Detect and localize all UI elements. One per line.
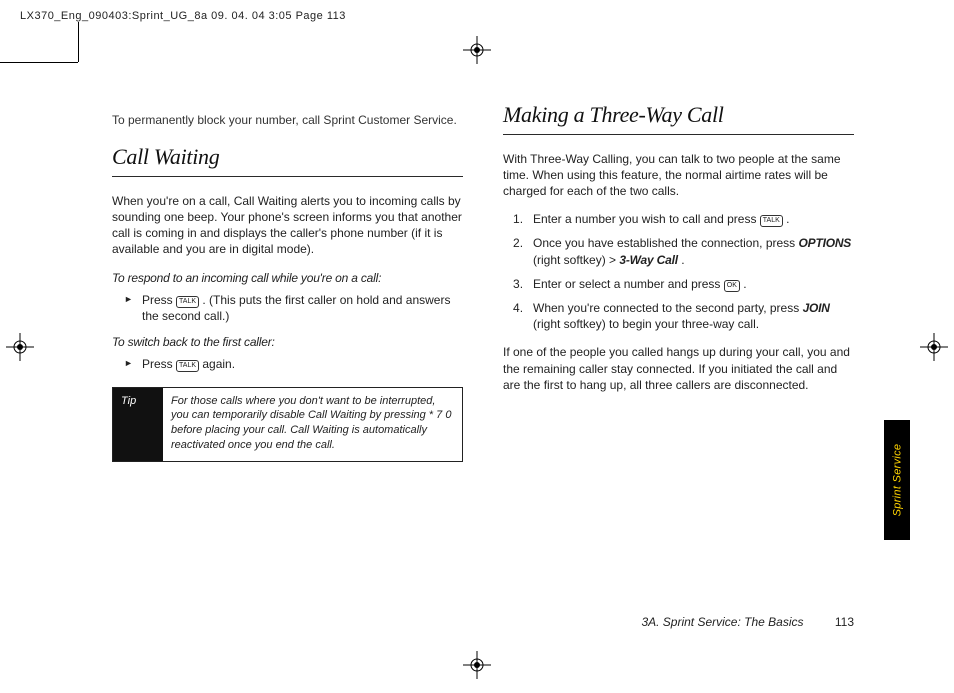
registration-mark-icon: [463, 36, 491, 64]
section-tab: Sprint Service: [884, 420, 910, 540]
footer-section: 3A. Sprint Service: The Basics: [641, 615, 803, 629]
page-content: To permanently block your number, call S…: [112, 100, 854, 462]
page-number: 113: [835, 615, 854, 629]
talk-key-icon: TALK: [176, 296, 199, 308]
heading-three-way: Making a Three-Way Call: [503, 100, 854, 130]
heading-call-waiting: Call Waiting: [112, 142, 463, 172]
print-header: LX370_Eng_090403:Sprint_UG_8a 09. 04. 04…: [20, 10, 346, 22]
heading-rule: [503, 134, 854, 135]
step-item: Enter a number you wish to call and pres…: [503, 211, 854, 227]
registration-mark-icon: [6, 333, 34, 361]
body-text: When you're on a call, Call Waiting aler…: [112, 193, 463, 258]
crop-mark: [78, 22, 79, 62]
tip-body: For those calls where you don't want to …: [163, 388, 462, 461]
heading-rule: [112, 176, 463, 177]
section-tab-label: Sprint Service: [891, 444, 903, 517]
body-text: If one of the people you called hangs up…: [503, 344, 854, 393]
step-item: When you're connected to the second part…: [503, 300, 854, 332]
registration-mark-icon: [463, 651, 491, 679]
right-column: Making a Three-Way Call With Three-Way C…: [503, 100, 854, 462]
left-column: To permanently block your number, call S…: [112, 100, 463, 462]
list-item: Press TALK again.: [112, 356, 463, 372]
intro-text: To permanently block your number, call S…: [112, 112, 463, 128]
talk-key-icon: TALK: [176, 360, 199, 372]
subheading: To switch back to the first caller:: [112, 334, 463, 350]
body-text: With Three-Way Calling, you can talk to …: [503, 151, 854, 200]
step-item: Enter or select a number and press OK .: [503, 276, 854, 292]
talk-key-icon: TALK: [760, 215, 783, 227]
ok-key-icon: OK: [724, 280, 740, 292]
tip-box: Tip For those calls where you don't want…: [112, 387, 463, 462]
step-item: Once you have established the connection…: [503, 235, 854, 267]
crop-mark: [0, 62, 78, 63]
page-footer: 3A. Sprint Service: The Basics 113: [641, 615, 854, 629]
tip-label: Tip: [113, 388, 163, 461]
registration-mark-icon: [920, 333, 948, 361]
list-item: Press TALK . (This puts the first caller…: [112, 292, 463, 324]
subheading: To respond to an incoming call while you…: [112, 270, 463, 286]
